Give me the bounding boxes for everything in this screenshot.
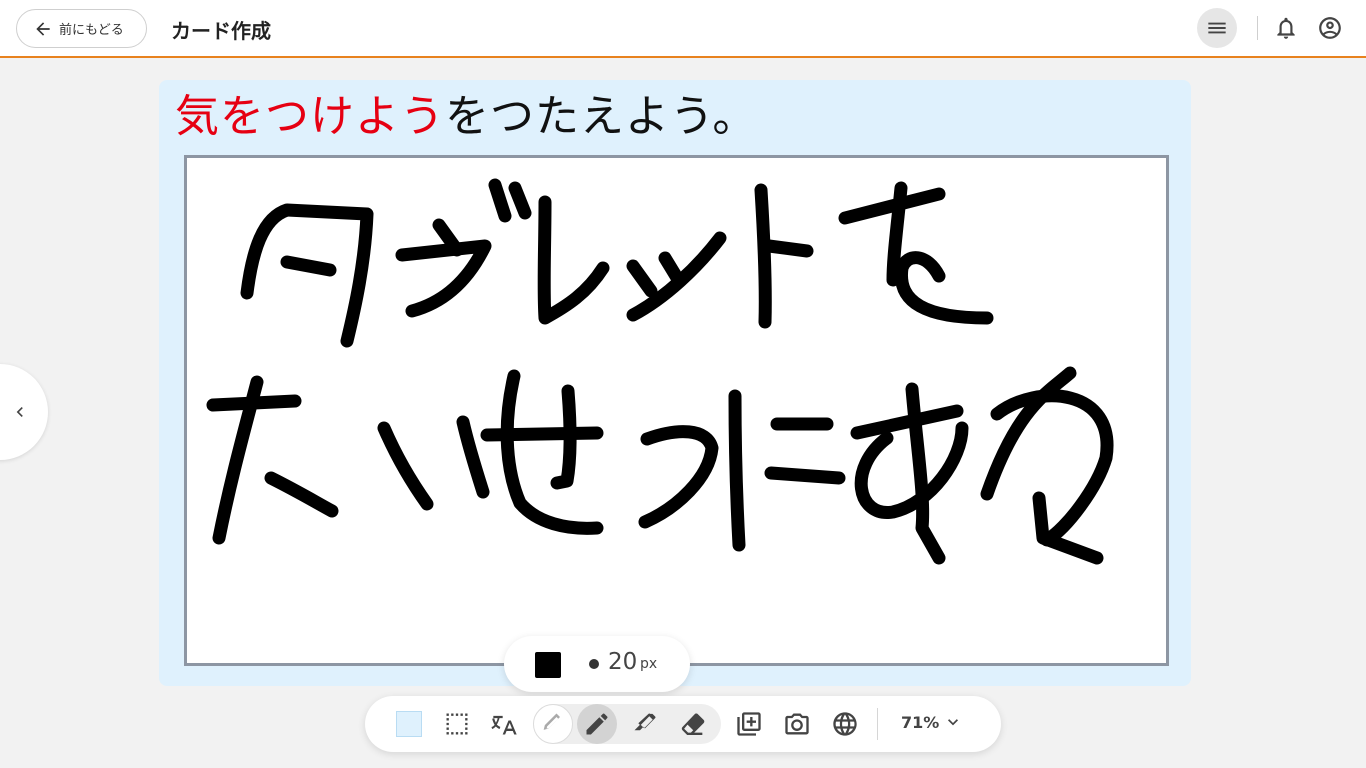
stroke [240, 203, 374, 348]
eraser-button[interactable] [673, 704, 713, 744]
card-prompt: 気をつけようをつたえよう。 [175, 88, 757, 146]
zoom-value: 71% [901, 712, 940, 732]
text-icon [491, 715, 517, 735]
pen-size-unit: px [640, 656, 658, 672]
menu-button[interactable] [1197, 8, 1237, 48]
camera-button[interactable] [777, 704, 817, 744]
web-button[interactable] [825, 704, 865, 744]
back-button[interactable]: 前にもどる [16, 9, 147, 48]
chevron-left-icon [16, 407, 23, 417]
camera-icon [785, 713, 809, 735]
stroke [638, 425, 719, 529]
stroke [754, 183, 772, 329]
add-card-button[interactable] [729, 704, 769, 744]
pen-light-icon [543, 713, 560, 730]
prompt-rest: をつたえよう。 [445, 91, 758, 142]
previous-card-button[interactable] [0, 364, 48, 460]
bell-icon [1277, 17, 1295, 39]
page-title: カード作成 [171, 19, 271, 43]
app-header: 前にもどる カード作成 [0, 0, 1366, 58]
marker-icon [634, 713, 656, 731]
arrow-left-icon [36, 21, 50, 36]
stroke [456, 415, 490, 499]
chevron-down-icon [948, 719, 959, 726]
select-button[interactable] [437, 704, 477, 744]
card: 気をつけようをつたえよう。 [159, 80, 1191, 686]
tool-bar: 71% [365, 696, 1001, 752]
stroke [377, 421, 434, 511]
pen-button[interactable] [577, 704, 617, 744]
pen-icon [586, 713, 608, 735]
stroke [850, 404, 964, 440]
add-card-icon [737, 712, 761, 736]
prompt-highlight: 気をつけよう [175, 91, 445, 142]
eraser-icon [681, 713, 705, 735]
stroke [762, 239, 814, 258]
stroke [626, 259, 658, 298]
stroke [990, 389, 1114, 547]
toolbar-divider [877, 708, 878, 740]
drawing-canvas[interactable] [184, 155, 1169, 666]
stroke [728, 389, 746, 552]
web-icon [833, 712, 857, 736]
zoom-select[interactable]: 71% [901, 712, 963, 732]
handwriting-strokes [206, 178, 1114, 565]
pen-color-swatch[interactable] [535, 652, 561, 678]
stroke [500, 369, 604, 535]
account-circle-icon [1319, 17, 1341, 39]
stroke [894, 251, 994, 325]
marker-button[interactable] [625, 704, 665, 744]
stroke [488, 178, 512, 223]
pen-size-value[interactable]: 20 [608, 649, 637, 675]
stroke [508, 181, 532, 220]
back-button-label: 前にもどる [59, 23, 124, 38]
pen-size-dot [589, 659, 599, 669]
light-pen-button[interactable] [533, 704, 573, 744]
stroke [764, 466, 846, 485]
select-icon [446, 713, 468, 735]
menu-icon [1208, 22, 1226, 34]
header-divider [1257, 16, 1258, 40]
text-button[interactable] [485, 704, 525, 744]
stroke [537, 195, 610, 325]
stroke [280, 255, 337, 277]
stroke [395, 239, 492, 318]
background-color-button[interactable] [396, 711, 422, 737]
account-button[interactable] [1310, 8, 1350, 48]
stroke [264, 471, 339, 518]
notification-button[interactable] [1266, 8, 1306, 48]
pen-options-popup: 20 px [504, 636, 690, 692]
